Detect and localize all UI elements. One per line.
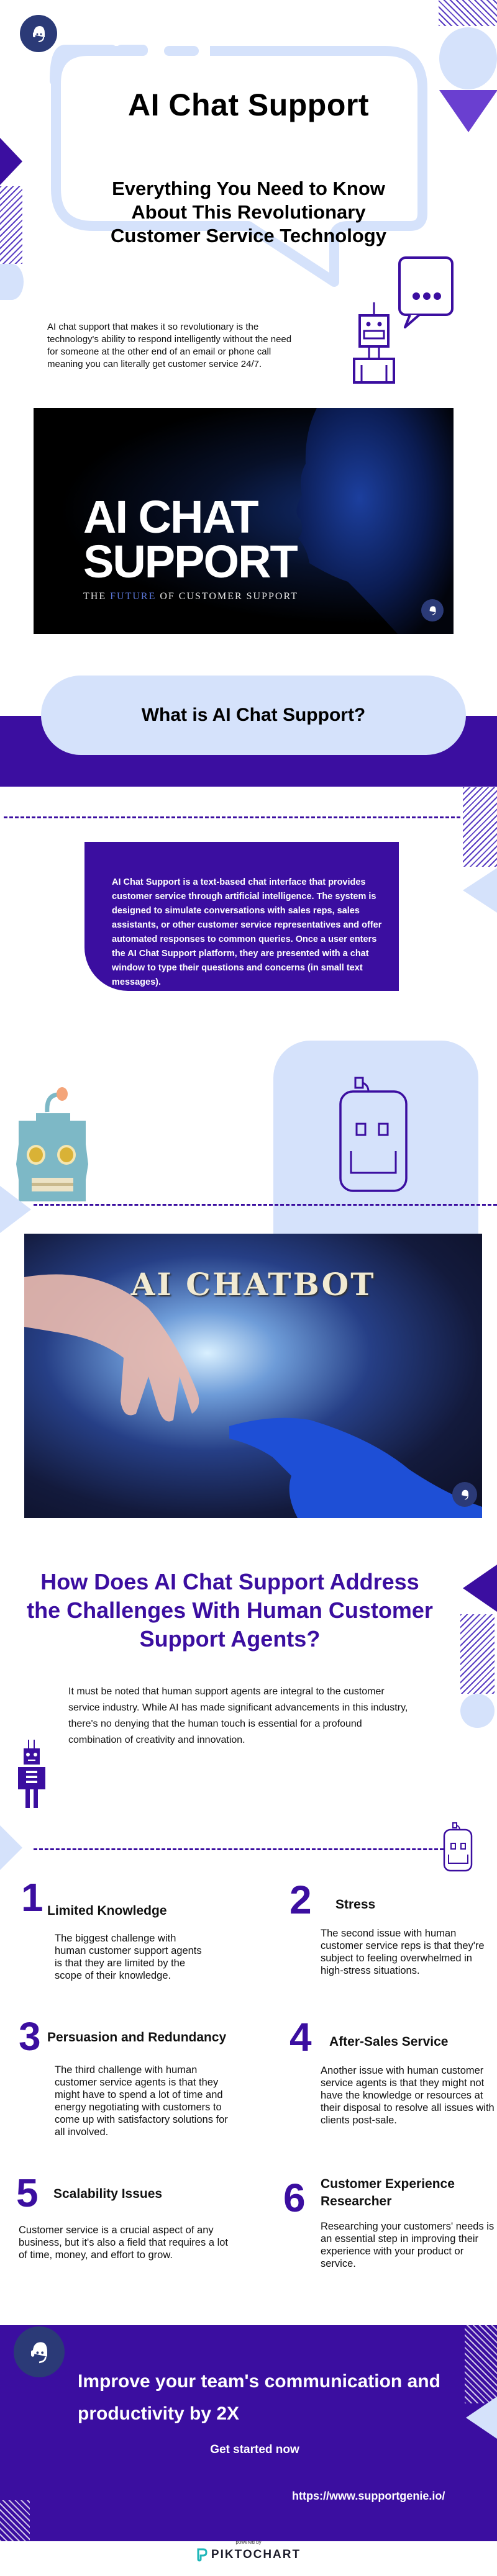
- challenge-number: 5: [16, 2171, 39, 2215]
- ai-chat-support-banner-image: AI CHAT SUPPORT THE FUTURE OF CUSTOMER S…: [34, 408, 454, 634]
- robot-chat-icon: [353, 256, 454, 384]
- piktochart-logo-icon: [197, 2548, 207, 2562]
- ai-chatbot-image: AI CHATBOT: [24, 1234, 482, 1518]
- dotted-divider: [34, 1204, 497, 1206]
- challenge-item-3: 3 Persuasion and Redundancy The third ch…: [19, 2012, 248, 2148]
- challenge-title: Stress: [335, 1897, 376, 1912]
- page-title: AI Chat Support: [127, 88, 370, 122]
- challenge-item-6: 6 Customer Experience Researcher Researc…: [280, 2173, 497, 2285]
- piktochart-logo[interactable]: PIKTOCHART: [193, 2548, 304, 2562]
- piktochart-brand: PIKTOCHART: [211, 2548, 301, 2561]
- challenge-title: Scalability Issues: [53, 2187, 163, 2201]
- challenge-body: Customer service is a crucial aspect of …: [19, 2225, 229, 2261]
- page-subtitle: Everything You Need to Know About This R…: [111, 178, 386, 246]
- challenge-body: The second issue with human customer ser…: [321, 1928, 485, 1976]
- challenge-number: 1: [21, 1875, 43, 1920]
- banner-tagline: THE FUTURE OF CUSTOMER SUPPORT: [83, 591, 298, 602]
- dotted-divider: [34, 1848, 444, 1850]
- definition-card: AI Chat Support is a text-based chat int…: [84, 842, 399, 991]
- cta-section: [0, 2325, 497, 2541]
- support-agent-icon: [14, 2326, 65, 2377]
- robot-face-icon: [443, 1822, 473, 1872]
- hatch-decoration: [0, 186, 22, 264]
- challenge-body: Another issue with human customer servic…: [321, 2065, 495, 2126]
- challenge-item-2: 2 Stress The second issue with human cus…: [290, 1878, 497, 1989]
- banner-headline: AI CHAT SUPPORT: [83, 491, 298, 587]
- triangle-left-decoration: [463, 1565, 497, 1612]
- what-is-heading: What is AI Chat Support?: [41, 676, 466, 755]
- challenges-intro: It must be noted that human support agen…: [68, 1686, 408, 1745]
- hatch-decoration: [460, 1614, 495, 1694]
- hatch-decoration: [465, 2325, 497, 2403]
- support-agent-icon: [421, 599, 444, 621]
- hatch-decoration: [0, 2500, 30, 2541]
- triangle-right-decoration: [0, 1186, 31, 1233]
- dotted-divider: [4, 816, 460, 818]
- circle-decoration: [460, 1694, 495, 1728]
- robot-figure-icon: [18, 1740, 45, 1808]
- circle-decoration: [439, 27, 497, 89]
- circle-decoration: [0, 264, 24, 300]
- challenge-body: The third challenge with human customer …: [55, 2064, 228, 2138]
- challenge-title: Limited Knowledge: [47, 1904, 167, 1918]
- triangle-right-decoration: [0, 138, 22, 185]
- robot-face-icon: [339, 1077, 408, 1192]
- triangle-left-decoration: [466, 2397, 497, 2439]
- hatch-decoration: [439, 0, 497, 26]
- challenges-heading: How Does AI Chat Support Address the Cha…: [27, 1569, 433, 1652]
- hands-illustration: [24, 1274, 482, 1518]
- cta-headline: Improve your team's communication and pr…: [78, 2371, 440, 2424]
- challenge-number: 2: [290, 1878, 312, 1922]
- intro-paragraph: AI chat support that makes it so revolut…: [47, 322, 292, 369]
- challenge-body: Researching your customers' needs is an …: [321, 2221, 495, 2269]
- challenge-title: Customer Experience Researcher: [321, 2177, 455, 2208]
- retro-robot-icon: [16, 1087, 88, 1201]
- triangle-down-decoration: [439, 90, 497, 132]
- challenge-item-1: 1 Limited Knowledge The biggest challeng…: [21, 1878, 232, 1989]
- robot-card: [273, 1041, 478, 1238]
- challenge-number: 4: [290, 2015, 312, 2059]
- triangle-right-decoration: [0, 1825, 22, 1870]
- powered-by-label: powered by: [235, 2539, 262, 2545]
- challenge-title: After-Sales Service: [329, 2035, 449, 2049]
- triangle-left-decoration: [463, 868, 497, 913]
- challenge-number: 3: [19, 2014, 41, 2059]
- hatch-decoration: [463, 787, 497, 867]
- challenge-body: The biggest challenge with human custome…: [55, 1933, 202, 1981]
- challenge-item-4: 4 After-Sales Service Another issue with…: [290, 2015, 497, 2139]
- get-started-button[interactable]: Get started now: [193, 2443, 317, 2457]
- support-agent-icon: [452, 1482, 477, 1507]
- website-link[interactable]: https://www.supportgenie.io/: [292, 2490, 445, 2503]
- challenge-number: 6: [283, 2176, 306, 2220]
- challenge-item-5: 5 Scalability Issues Customer service is…: [16, 2173, 252, 2279]
- challenge-title: Persuasion and Redundancy: [47, 2030, 227, 2045]
